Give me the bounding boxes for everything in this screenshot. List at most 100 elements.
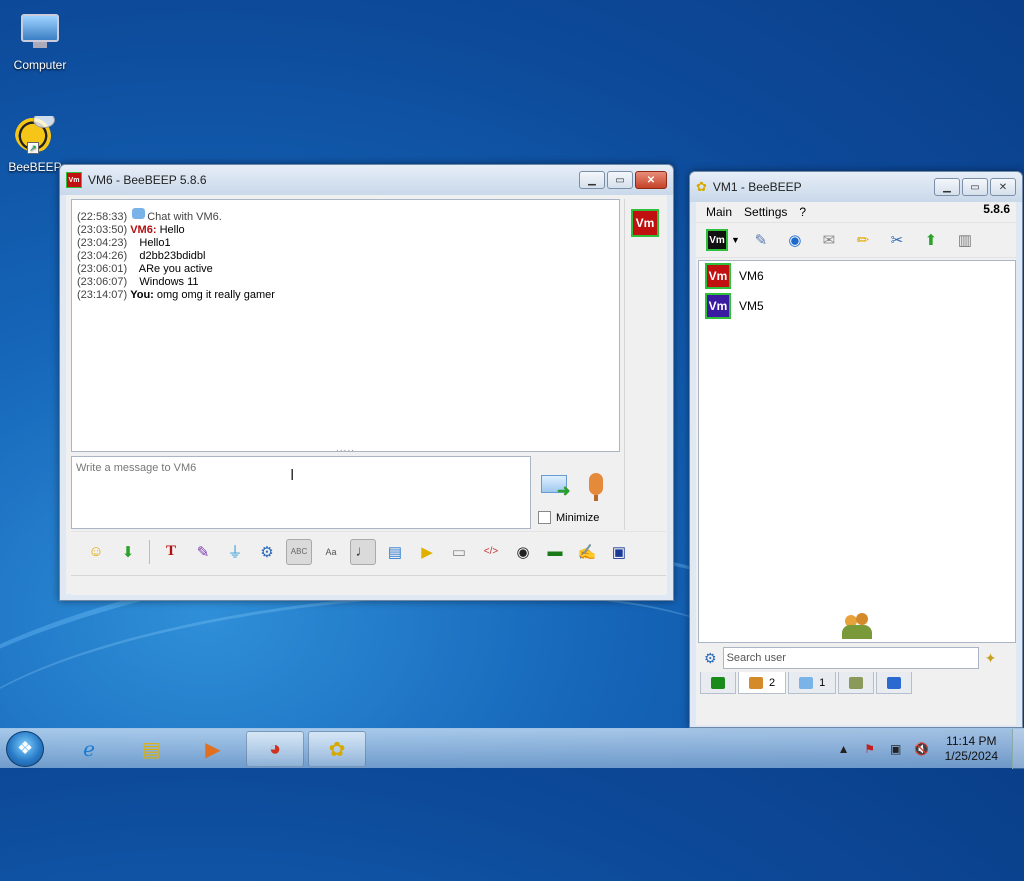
volume-muted-icon[interactable]: 🔇 [913, 741, 931, 757]
maximize-button[interactable]: ▭ [962, 178, 988, 196]
chat-line: (23:06:01) ARe you active [77, 263, 213, 275]
user-list: Vm VM6 Vm VM5 [698, 260, 1016, 643]
member-avatar[interactable]: Vm [631, 209, 659, 237]
chat-window-titlebar[interactable]: Vm VM6 - BeeBEEP 5.8.6 ▁ ▭ ✕ [60, 165, 673, 195]
show-hidden-icons-chevron-icon[interactable]: ▲ [835, 741, 853, 757]
message-input[interactable]: Write a message to VM6 I [71, 456, 531, 529]
main-toolbar: Vm ▼ ✎ ◉ ✉ ✏ ✂ ⬆ ▥ [696, 222, 1016, 258]
tab-count: 1 [819, 676, 826, 689]
action-center-flag-icon[interactable]: ⚑ [861, 741, 879, 757]
user-name: VM5 [739, 299, 764, 313]
share-icon [887, 676, 902, 689]
floppy-save-icon[interactable]: ▣ [606, 539, 632, 565]
main-body: Main Settings ? 5.8.6 Vm ▼ ✎ ◉ ✉ ✏ ✂ ⬆ ▥… [696, 202, 1016, 725]
list-item[interactable]: Vm VM5 [699, 291, 1015, 321]
send-file-icon[interactable]: ▤ [382, 539, 408, 565]
media-player-icon[interactable]: ▶ [184, 731, 242, 767]
chat-bubble-icon [132, 208, 146, 219]
tab-groups[interactable] [838, 672, 875, 694]
close-button[interactable]: ✕ [635, 171, 667, 189]
write-icon[interactable]: ✏ [850, 227, 876, 253]
search-row: ⚙ Search user ✦ [698, 644, 1016, 672]
minimize-label: Minimize [556, 511, 600, 524]
desktop-icon-label: Computer [13, 58, 67, 72]
tab-home[interactable] [700, 672, 736, 694]
chat-line: (23:06:07) Windows 11 [77, 276, 199, 288]
send-folder-icon[interactable]: ▶ [414, 539, 440, 565]
gear-icon[interactable]: ⚙ [704, 650, 717, 667]
color-palette-icon[interactable]: ✎ [190, 539, 216, 565]
dictionary-icon[interactable]: Aa [318, 539, 344, 565]
update-icon[interactable]: ⬆ [918, 227, 944, 253]
filter-icon[interactable]: ⏚ [222, 539, 248, 565]
checkbox-box[interactable] [538, 511, 551, 524]
settings-gear-icon[interactable]: ⚙ [254, 539, 280, 565]
show-desktop-button[interactable] [1012, 729, 1024, 769]
menu-help[interactable]: ? [793, 205, 812, 219]
profile-avatar[interactable]: Vm [706, 229, 728, 251]
chat-log[interactable]: (22:58:33) Chat with VM6. (23:03:50) VM6… [71, 199, 620, 452]
minimize-button[interactable]: ▁ [579, 171, 605, 189]
arrow-right-icon: ➜ [557, 483, 571, 500]
send-message-button[interactable]: ➜ [541, 475, 573, 500]
menu-settings[interactable]: Settings [738, 205, 793, 219]
tab-share[interactable] [876, 672, 913, 694]
start-button[interactable] [6, 731, 44, 767]
screenshot-icon[interactable]: ◉ [510, 539, 536, 565]
clock[interactable]: 11:14 PM 1/25/2024 [945, 734, 998, 764]
spellcheck-icon[interactable]: ABC [286, 538, 312, 565]
taskbar: ℯ ▤ ▶ ◕ ✿ ▲ ⚑ ▣ 🔇 11:14 PM 1/25/2024 [0, 728, 1024, 769]
chat-window[interactable]: Vm VM6 - BeeBEEP 5.8.6 ▁ ▭ ✕ (22:58:33) … [59, 164, 674, 601]
version-label: 5.8.6 [983, 202, 1010, 216]
desktop-icon-label: BeeBEEP [8, 160, 62, 174]
broadcast-icon[interactable]: ✉ [816, 227, 842, 253]
internet-explorer-icon[interactable]: ℯ [60, 731, 118, 767]
save-icon[interactable]: ⬇ [115, 539, 141, 565]
file-explorer-icon[interactable]: ▤ [122, 731, 180, 767]
user-avatar: Vm [705, 263, 731, 289]
status-bar [71, 575, 666, 595]
tools-icon[interactable]: ✂ [884, 227, 910, 253]
broom-clear-icon[interactable]: ✦ [985, 650, 997, 667]
main-window-title: VM1 - BeeBEEP [712, 180, 802, 194]
desktop-icon-computer[interactable]: Computer [5, 10, 75, 72]
menu-main[interactable]: Main [700, 205, 738, 219]
system-tray: ▲ ⚑ ▣ 🔇 11:14 PM 1/25/2024 [831, 729, 1024, 769]
minimize-checkbox[interactable]: Minimize [538, 511, 599, 524]
maximize-button[interactable]: ▭ [607, 171, 633, 189]
home-icon [711, 676, 725, 689]
people-icon [842, 613, 872, 639]
microphone-button[interactable] [589, 473, 603, 501]
terminal-icon[interactable]: ▬ [542, 539, 568, 565]
main-window-titlebar[interactable]: ✿ VM1 - BeeBEEP ▁ ▭ ✕ [690, 172, 1022, 202]
edit-profile-icon[interactable]: ✎ [748, 227, 774, 253]
code-icon[interactable]: </> [478, 539, 504, 565]
trash-icon[interactable]: ▥ [952, 227, 978, 253]
clipboard-icon[interactable]: ▭ [446, 539, 472, 565]
tab-users[interactable]: 2 [738, 672, 787, 694]
bottom-tabs: 2 1 [698, 672, 1016, 696]
list-item[interactable]: Vm VM6 [699, 261, 1015, 291]
minimize-button[interactable]: ▁ [934, 178, 960, 196]
chat-line: (23:04:23) Hello1 [77, 237, 171, 249]
menubar: Main Settings ? 5.8.6 [696, 202, 1016, 222]
network-icon[interactable]: ◉ [782, 227, 808, 253]
chrome-icon[interactable]: ◕ [246, 731, 304, 767]
chevron-down-icon[interactable]: ▼ [731, 235, 740, 245]
vm-window-icon: Vm [66, 172, 82, 188]
tab-count: 2 [769, 676, 776, 689]
main-window[interactable]: ✿ VM1 - BeeBEEP ▁ ▭ ✕ Main Settings ? 5.… [689, 171, 1023, 728]
chat-line: (23:04:26) d2bb23bdidbl [77, 250, 206, 262]
emoticon-icon[interactable]: ☺ [83, 539, 109, 565]
user-name: VM6 [739, 269, 764, 283]
music-note-icon[interactable]: ♩ [350, 538, 376, 565]
close-button[interactable]: ✕ [990, 178, 1016, 196]
shortcut-arrow-icon: ↗ [27, 142, 39, 154]
network-status-icon[interactable]: ▣ [887, 741, 905, 757]
font-icon[interactable]: T [158, 539, 184, 565]
beebeep-icon[interactable]: ✿ [308, 731, 366, 767]
search-input[interactable]: Search user [722, 647, 979, 669]
desktop-icon-beebeep[interactable]: ↗ BeeBEEP [5, 116, 65, 174]
notes-icon[interactable]: ✍ [574, 539, 600, 565]
tab-chats[interactable]: 1 [788, 672, 837, 694]
